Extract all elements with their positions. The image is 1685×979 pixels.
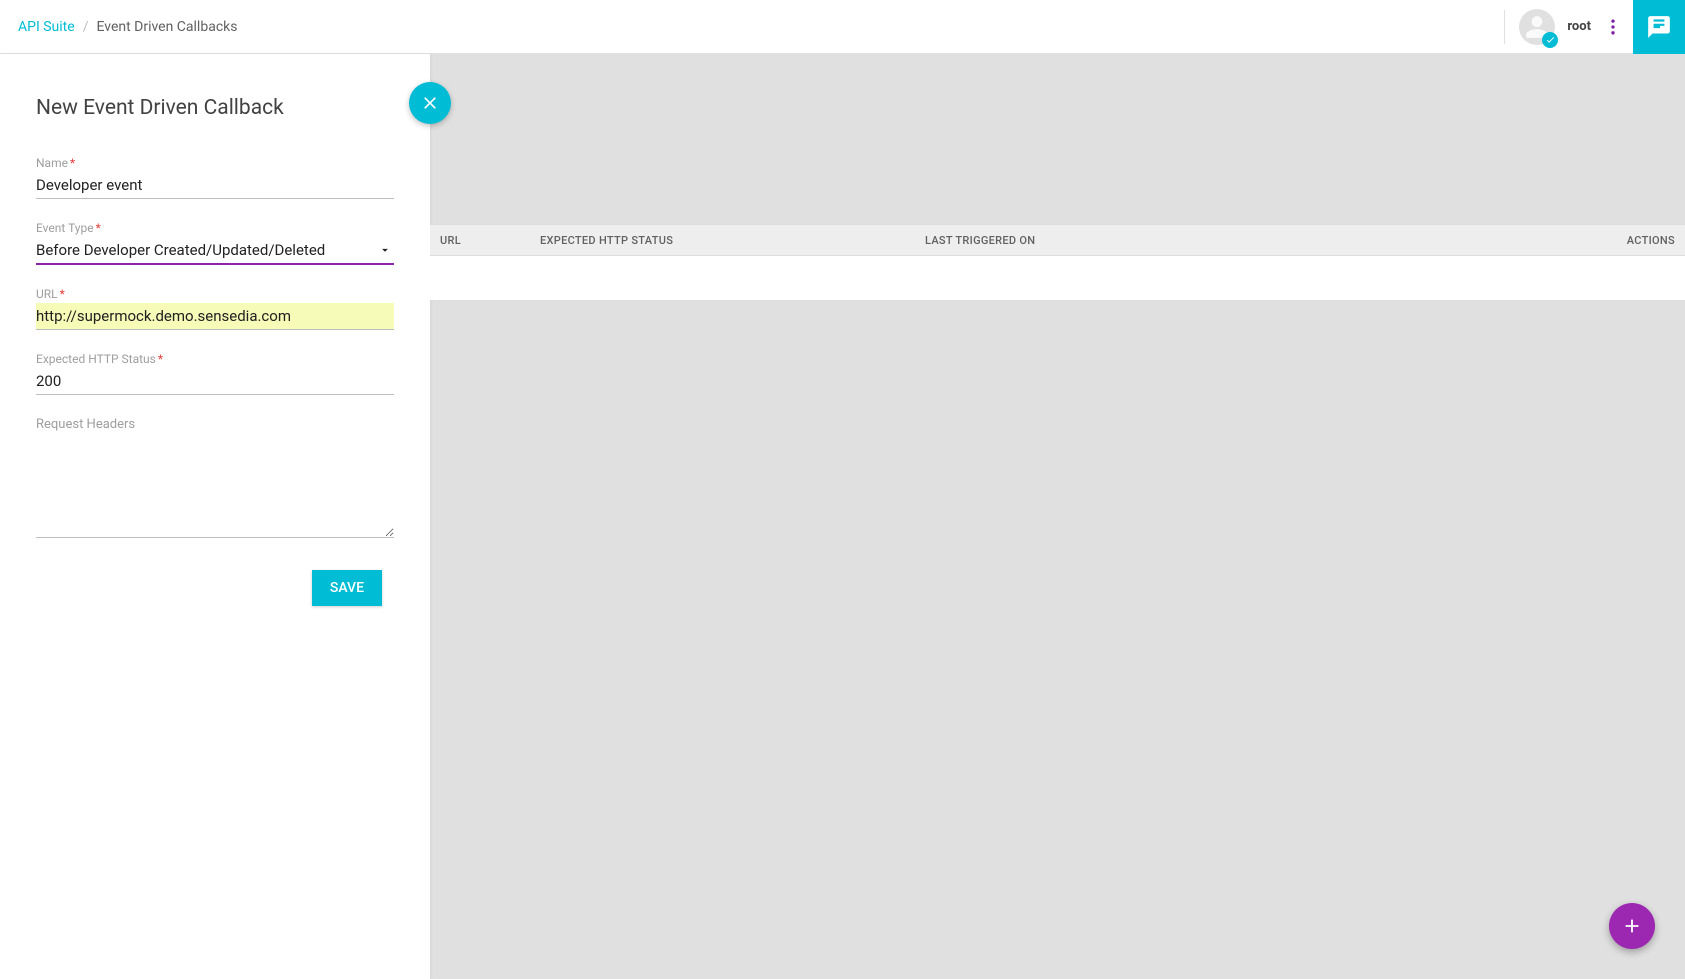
col-header-last-triggered: LAST TRIGGERED ON [915, 234, 1595, 247]
request-headers-label: Request Headers [36, 417, 394, 432]
kebab-icon [1603, 17, 1623, 37]
more-menu-button[interactable] [1599, 13, 1627, 41]
field-url: URL* [36, 287, 394, 330]
name-input[interactable] [36, 172, 394, 199]
app-header: API Suite / Event Driven Callbacks root [0, 0, 1685, 54]
field-name: Name* [36, 156, 394, 199]
expected-status-input[interactable] [36, 368, 394, 395]
chat-icon [1646, 14, 1672, 40]
request-headers-textarea[interactable] [36, 442, 394, 538]
name-label: Name* [36, 156, 394, 170]
callbacks-table-body [430, 256, 1685, 300]
field-expected-status: Expected HTTP Status* [36, 352, 394, 395]
callbacks-table-header: URL EXPECTED HTTP STATUS LAST TRIGGERED … [430, 224, 1685, 256]
panel-title: New Event Driven Callback [36, 96, 394, 120]
breadcrumb-root-link[interactable]: API Suite [18, 19, 75, 35]
close-panel-button[interactable] [409, 82, 451, 124]
close-icon [420, 93, 440, 113]
url-input[interactable] [36, 303, 394, 330]
col-header-url: URL [430, 234, 530, 247]
event-type-select[interactable]: Before Developer Created/Updated/Deleted [36, 237, 394, 265]
callback-form-panel: New Event Driven Callback Name* Event Ty… [0, 54, 430, 979]
workspace: New Event Driven Callback Name* Event Ty… [0, 54, 1685, 979]
chat-button[interactable] [1633, 0, 1685, 54]
expected-status-label: Expected HTTP Status* [36, 352, 394, 366]
username-label: root [1567, 19, 1591, 34]
user-avatar[interactable] [1519, 9, 1555, 45]
check-icon [1545, 34, 1556, 45]
save-button[interactable]: SAVE [312, 570, 382, 606]
breadcrumb-current: Event Driven Callbacks [96, 19, 237, 35]
plus-icon [1621, 915, 1643, 937]
avatar-verified-badge [1542, 32, 1558, 48]
col-header-actions: ACTIONS [1595, 234, 1685, 247]
field-event-type: Event Type* Before Developer Created/Upd… [36, 221, 394, 265]
breadcrumb-sep: / [83, 19, 89, 35]
content-top-band [430, 54, 1685, 224]
header-divider [1504, 10, 1505, 44]
url-label: URL* [36, 287, 394, 301]
event-type-label: Event Type* [36, 221, 394, 235]
breadcrumb: API Suite / Event Driven Callbacks [18, 19, 237, 35]
col-header-expected-status: EXPECTED HTTP STATUS [530, 234, 915, 247]
add-callback-fab[interactable] [1609, 903, 1655, 949]
field-request-headers: Request Headers [36, 417, 394, 542]
header-right: root [1490, 0, 1685, 53]
